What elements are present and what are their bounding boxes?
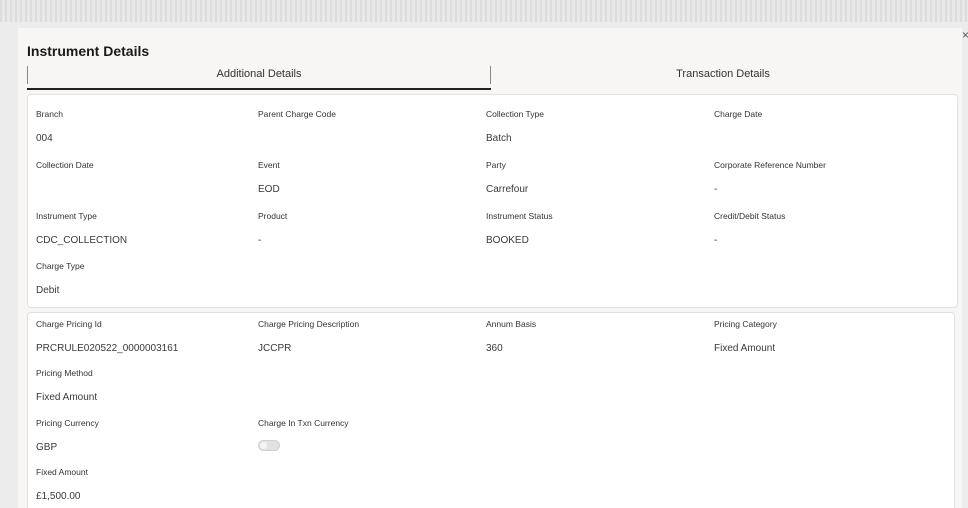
field-label: Instrument Type <box>36 211 97 221</box>
field-fixed-amount: Fixed Amount £1,500.00 <box>36 467 256 503</box>
field-pricing-category: Pricing Category Fixed Amount <box>714 319 934 355</box>
tab-bar: Additional Details Transaction Details <box>27 62 955 90</box>
field-value: Batch <box>486 133 512 144</box>
charge-in-txn-currency-toggle[interactable] <box>258 440 280 451</box>
field-value: JCCPR <box>258 343 292 354</box>
field-party: Party Carrefour <box>486 160 706 196</box>
field-charge-type: Charge Type Debit <box>36 261 256 297</box>
close-icon[interactable]: × <box>962 28 968 42</box>
field-credit-debit-status: Credit/Debit Status - <box>714 211 934 247</box>
pricing-info-card: Charge Pricing Id PRCRULE020522_00000031… <box>27 312 955 508</box>
field-label: Pricing Method <box>36 368 93 378</box>
field-pricing-currency: Pricing Currency GBP <box>36 418 256 454</box>
field-label: Credit/Debit Status <box>714 211 786 221</box>
field-label: Charge Type <box>36 261 85 271</box>
field-value: - <box>258 235 262 246</box>
field-value: - <box>714 235 718 246</box>
field-label: Branch <box>36 109 63 119</box>
field-value: Fixed Amount <box>36 392 98 403</box>
field-value: CDC_COLLECTION <box>36 235 128 246</box>
field-charge-date: Charge Date <box>714 109 934 145</box>
field-value: BOOKED <box>486 235 529 246</box>
field-label: Charge In Txn Currency <box>258 418 349 428</box>
field-label: Pricing Category <box>714 319 777 329</box>
field-branch: Branch 004 <box>36 109 256 145</box>
field-value <box>258 133 478 145</box>
field-value: 004 <box>36 133 53 144</box>
field-corporate-reference-number: Corporate Reference Number - <box>714 160 934 196</box>
instrument-info-card: Branch 004 Parent Charge Code Collection… <box>27 94 958 308</box>
field-parent-charge-code: Parent Charge Code <box>258 109 478 145</box>
top-banner-strip <box>0 0 968 22</box>
field-label: Party <box>486 160 506 170</box>
field-event: Event EOD <box>258 160 478 196</box>
field-label: Collection Date <box>36 160 94 170</box>
field-value: 360 <box>486 343 503 354</box>
field-label: Product <box>258 211 288 221</box>
field-value <box>36 184 256 196</box>
field-value: Debit <box>36 285 60 296</box>
page-title: Instrument Details <box>27 43 150 59</box>
field-instrument-status: Instrument Status BOOKED <box>486 211 706 247</box>
tab-additional-details[interactable]: Additional Details <box>27 62 491 90</box>
field-annum-basis: Annum Basis 360 <box>486 319 706 355</box>
field-value: - <box>714 184 718 195</box>
instrument-details-panel: Instrument Details Additional Details Tr… <box>18 28 962 508</box>
field-instrument-type: Instrument Type CDC_COLLECTION <box>36 211 256 247</box>
field-label: Annum Basis <box>486 319 537 329</box>
field-value: PRCRULE020522_0000003161 <box>36 343 179 354</box>
field-value: Carrefour <box>486 184 529 195</box>
field-value: EOD <box>258 184 280 195</box>
field-label: Parent Charge Code <box>258 109 336 119</box>
field-label: Charge Date <box>714 109 763 119</box>
field-label: Instrument Status <box>486 211 553 221</box>
field-label: Charge Pricing Description <box>258 319 360 329</box>
field-product: Product - <box>258 211 478 247</box>
field-value: GBP <box>36 442 58 453</box>
field-label: Event <box>258 160 280 170</box>
field-label: Collection Type <box>486 109 544 119</box>
field-charge-in-txn-currency: Charge In Txn Currency <box>258 418 478 451</box>
tab-transaction-details[interactable]: Transaction Details <box>491 62 955 90</box>
field-label: Charge Pricing Id <box>36 319 102 329</box>
field-value: £1,500.00 <box>36 491 81 502</box>
field-label: Corporate Reference Number <box>714 160 826 170</box>
field-value: Fixed Amount <box>714 343 776 354</box>
field-charge-pricing-id: Charge Pricing Id PRCRULE020522_00000031… <box>36 319 256 355</box>
field-label: Fixed Amount <box>36 467 88 477</box>
field-collection-date: Collection Date <box>36 160 256 196</box>
field-pricing-method: Pricing Method Fixed Amount <box>36 368 256 404</box>
field-label: Pricing Currency <box>36 418 99 428</box>
field-charge-pricing-description: Charge Pricing Description JCCPR <box>258 319 478 355</box>
field-value <box>714 133 934 145</box>
field-collection-type: Collection Type Batch <box>486 109 706 145</box>
